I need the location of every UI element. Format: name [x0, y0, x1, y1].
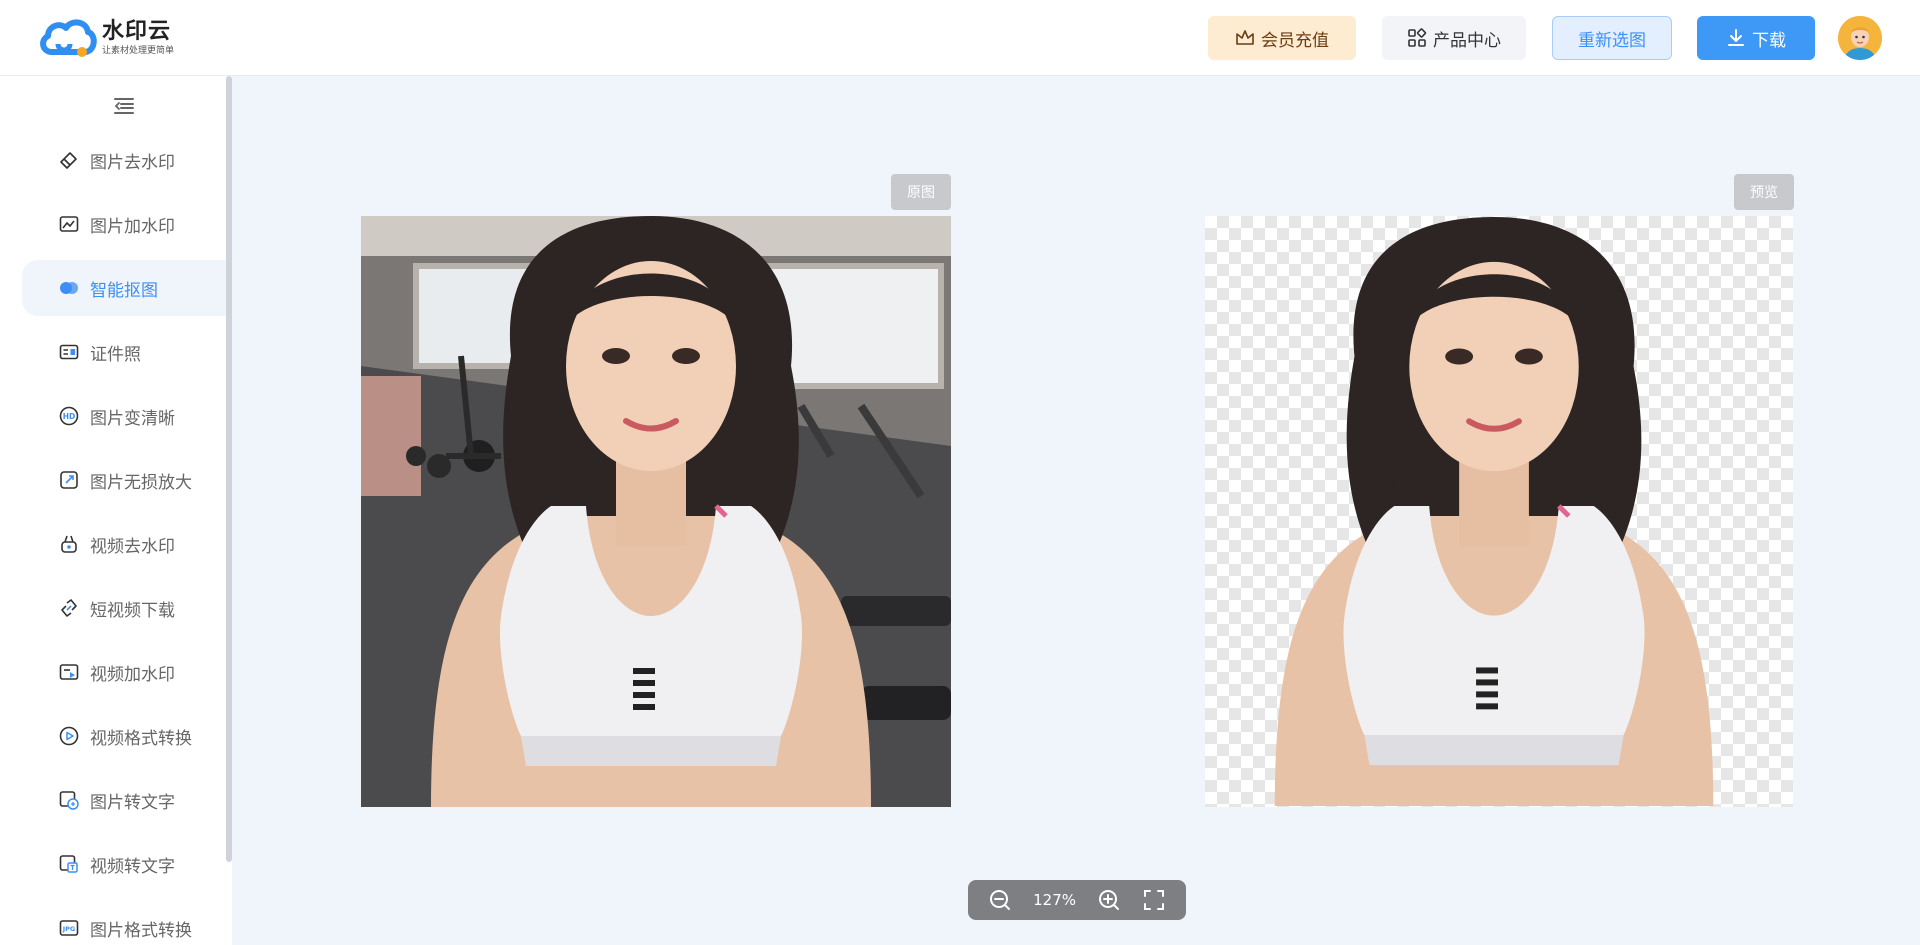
- sidebar-item-video-add-watermark[interactable]: 视频加水印: [22, 644, 228, 700]
- reselect-image-button[interactable]: 重新选图: [1552, 16, 1672, 60]
- cutout-photo-illustration: [1274, 217, 1714, 806]
- product-center-label: 产品中心: [1433, 30, 1501, 51]
- preview-badge: 预览: [1734, 174, 1794, 210]
- download-button[interactable]: 下载: [1697, 16, 1815, 60]
- sidebar-item-video-format-convert[interactable]: 视频格式转换: [22, 708, 228, 764]
- brand-name: 水印云: [102, 18, 172, 44]
- sidebar: 图片去水印 图片加水印 智能抠图 证件照 HD 图片变清晰 图片无损放大 视频去…: [0, 76, 232, 945]
- original-badge: 原图: [891, 174, 951, 210]
- enlarge-icon: [60, 471, 78, 489]
- sidebar-item-label: 图片无损放大: [90, 472, 192, 493]
- sidebar-item-image-sharpen[interactable]: HD 图片变清晰: [22, 388, 228, 444]
- sidebar-item-label: 视频格式转换: [90, 728, 192, 749]
- reselect-image-label: 重新选图: [1578, 30, 1646, 51]
- vip-recharge-label: 会员充值: [1261, 30, 1329, 51]
- sidebar-item-video-remove-watermark[interactable]: 视频去水印: [22, 516, 228, 572]
- user-avatar[interactable]: [1838, 16, 1882, 60]
- sidebar-item-id-photo[interactable]: 证件照: [22, 324, 228, 380]
- product-center-button[interactable]: 产品中心: [1382, 16, 1526, 60]
- sidebar-item-label: 智能抠图: [90, 280, 158, 301]
- sidebar-item-label: 图片格式转换: [90, 920, 192, 941]
- sidebar-item-label: 短视频下载: [90, 600, 175, 621]
- video-watermark-icon: [59, 664, 79, 680]
- zoom-out-icon[interactable]: [988, 888, 1012, 912]
- preview-image: [1205, 216, 1793, 807]
- header: 水印云 让素材处理更简单 会员充值 产品中心 重新选图 下载: [0, 0, 1920, 76]
- play-circle-icon: [59, 726, 79, 746]
- brand-slogan: 让素材处理更简单: [102, 45, 175, 56]
- sidebar-item-image-format-convert[interactable]: JPG 图片格式转换: [22, 900, 228, 945]
- menu-fold-icon: [114, 98, 134, 114]
- sidebar-item-video-to-text[interactable]: 视频转文字: [22, 836, 228, 892]
- sidebar-item-label: 图片转文字: [90, 792, 175, 813]
- sidebar-scrollbar[interactable]: [226, 76, 232, 862]
- fullscreen-icon[interactable]: [1142, 888, 1166, 912]
- sidebar-item-label: 视频加水印: [90, 664, 175, 685]
- crown-icon: [1236, 30, 1254, 45]
- zoom-level: 127%: [1033, 891, 1077, 909]
- original-image: [361, 216, 951, 807]
- cutout-icon: [60, 282, 78, 294]
- sidebar-item-label: 证件照: [90, 344, 141, 365]
- svg-text:HD: HD: [63, 412, 76, 421]
- logo[interactable]: 水印云 让素材处理更简单: [38, 16, 174, 60]
- download-label: 下载: [1752, 30, 1786, 51]
- eraser-icon: [60, 152, 77, 169]
- sidebar-item-image-remove-watermark[interactable]: 图片去水印: [22, 132, 228, 188]
- sidebar-item-image-add-watermark[interactable]: 图片加水印: [22, 196, 228, 252]
- video-text-icon: [59, 855, 78, 873]
- avatar-icon: [1838, 16, 1882, 60]
- link-icon: [61, 599, 77, 617]
- image-text-icon: [59, 791, 79, 810]
- sidebar-item-label: 图片加水印: [90, 216, 175, 237]
- sidebar-item-image-to-text[interactable]: 图片转文字: [22, 772, 228, 828]
- sidebar-item-smart-cutout[interactable]: 智能抠图: [22, 260, 228, 316]
- jpg-icon: JPG: [59, 920, 79, 936]
- sidebar-item-label: 图片变清晰: [90, 408, 175, 429]
- zoom-in-icon[interactable]: [1097, 888, 1121, 912]
- image-edit-icon: [59, 216, 79, 232]
- zoom-toolbar: 127%: [968, 880, 1186, 920]
- video-eraser-icon: [61, 535, 77, 553]
- id-card-icon: [59, 344, 79, 360]
- grid-icon: [1408, 28, 1427, 47]
- sidebar-item-label: 视频转文字: [90, 856, 175, 877]
- download-icon: [1728, 29, 1744, 46]
- svg-text:JPG: JPG: [62, 925, 76, 933]
- sidebar-item-short-video-download[interactable]: 短视频下载: [22, 580, 228, 636]
- sidebar-item-label: 视频去水印: [90, 536, 175, 557]
- sidebar-item-label: 图片去水印: [90, 152, 175, 173]
- sidebar-item-image-enlarge[interactable]: 图片无损放大: [22, 452, 228, 508]
- collapse-menu-button[interactable]: [112, 94, 136, 118]
- original-photo-illustration: [361, 216, 951, 807]
- cloud-logo-icon: [40, 19, 97, 57]
- vip-recharge-button[interactable]: 会员充值: [1208, 16, 1356, 60]
- hd-icon: HD: [59, 406, 79, 426]
